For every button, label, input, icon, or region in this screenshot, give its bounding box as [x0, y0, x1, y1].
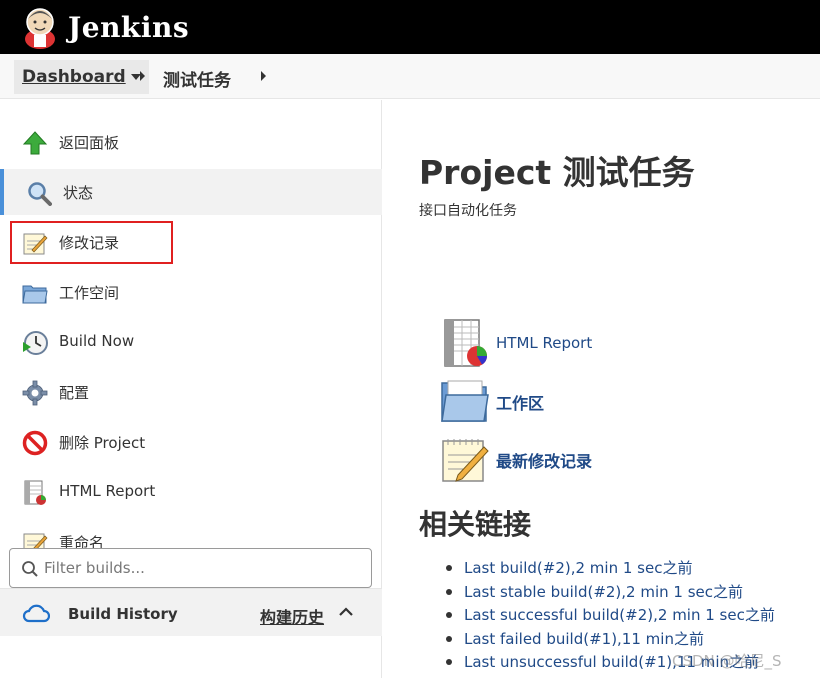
- build-history-title: Build History: [68, 605, 178, 623]
- link-recent-changes[interactable]: 最新修改记录: [440, 435, 592, 485]
- search-icon: [26, 180, 52, 206]
- chevron-up-icon[interactable]: [338, 604, 354, 620]
- breadcrumb-dashboard-label[interactable]: Dashboard: [22, 67, 126, 87]
- permalink-last-build[interactable]: Last build(#2),2 min 1 sec之前: [446, 557, 775, 581]
- report-icon: [22, 480, 48, 506]
- report-icon: [440, 318, 490, 368]
- folder-icon: [22, 280, 48, 306]
- brand-title[interactable]: Jenkins: [68, 11, 189, 44]
- chevron-right-icon: [140, 71, 145, 81]
- folder-icon: [440, 377, 490, 427]
- sidebar-item-configure[interactable]: 配置: [0, 369, 382, 415]
- filter-builds-field[interactable]: [9, 548, 372, 588]
- page-title: Project 测试任务: [419, 153, 695, 192]
- sidebar-item-label: 删除 Project: [59, 434, 146, 452]
- permalink-last-stable-build[interactable]: Last stable build(#2),2 min 1 sec之前: [446, 581, 775, 605]
- breadcrumb-job[interactable]: 测试任务: [163, 66, 231, 91]
- project-description: 接口自动化任务: [419, 203, 517, 219]
- clock-icon: [22, 330, 48, 356]
- watermark: CSDN @哈尼_S: [672, 652, 782, 670]
- link-html-report[interactable]: HTML Report: [440, 318, 592, 368]
- link-recent-changes-label[interactable]: 最新修改记录: [496, 448, 592, 472]
- sidebar-item-workspace[interactable]: 工作空间: [0, 269, 382, 315]
- sidebar-item-label: Build Now: [59, 332, 135, 350]
- link-workspace[interactable]: 工作区: [440, 377, 544, 427]
- search-icon: [21, 560, 39, 578]
- breadcrumb-dashboard[interactable]: Dashboard: [14, 60, 149, 94]
- gear-icon: [22, 380, 48, 406]
- sidebar-item-build-now[interactable]: Build Now: [0, 319, 382, 365]
- sidebar-item-label: HTML Report: [59, 482, 156, 500]
- sidebar-item-label: 返回面板: [59, 134, 120, 152]
- filter-builds-input[interactable]: [44, 557, 344, 579]
- build-now-highlight-box: [10, 221, 173, 264]
- sidebar-item-label: 状态: [63, 184, 94, 202]
- breadcrumb: Dashboard 测试任务: [0, 54, 820, 99]
- permalink-last-successful-build[interactable]: Last successful build(#2),2 min 1 sec之前: [446, 604, 775, 628]
- link-html-report-label[interactable]: HTML Report: [496, 334, 592, 352]
- build-history-trend-link[interactable]: 构建历史: [260, 604, 324, 628]
- no-entry-icon: [22, 430, 48, 456]
- sidebar-item-delete-project[interactable]: 删除 Project: [0, 419, 382, 465]
- sidebar-item-html-report[interactable]: HTML Report: [0, 469, 382, 515]
- jenkins-butler-icon[interactable]: [20, 5, 60, 49]
- sidebar-item-back-to-dashboard[interactable]: 返回面板: [0, 119, 382, 165]
- sidebar-item-status[interactable]: 状态: [0, 169, 382, 215]
- cloud-icon: [22, 603, 51, 623]
- permalink-last-failed-build[interactable]: Last failed build(#1),11 min之前: [446, 628, 775, 652]
- notepad-icon: [440, 435, 490, 485]
- sidebar-item-label: 配置: [59, 384, 90, 402]
- chevron-right-icon[interactable]: [261, 71, 266, 81]
- link-workspace-label[interactable]: 工作区: [496, 390, 544, 414]
- related-links-heading: 相关链接: [419, 508, 532, 541]
- sidebar: 返回面板 状态 修改记录 工作空间 Build Now 配置 删除 Projec…: [0, 100, 382, 678]
- top-bar: Jenkins: [0, 0, 820, 54]
- sidebar-item-label: 工作空间: [59, 284, 120, 302]
- build-history-header: Build History 构建历史: [0, 588, 382, 636]
- up-arrow-icon: [22, 130, 48, 156]
